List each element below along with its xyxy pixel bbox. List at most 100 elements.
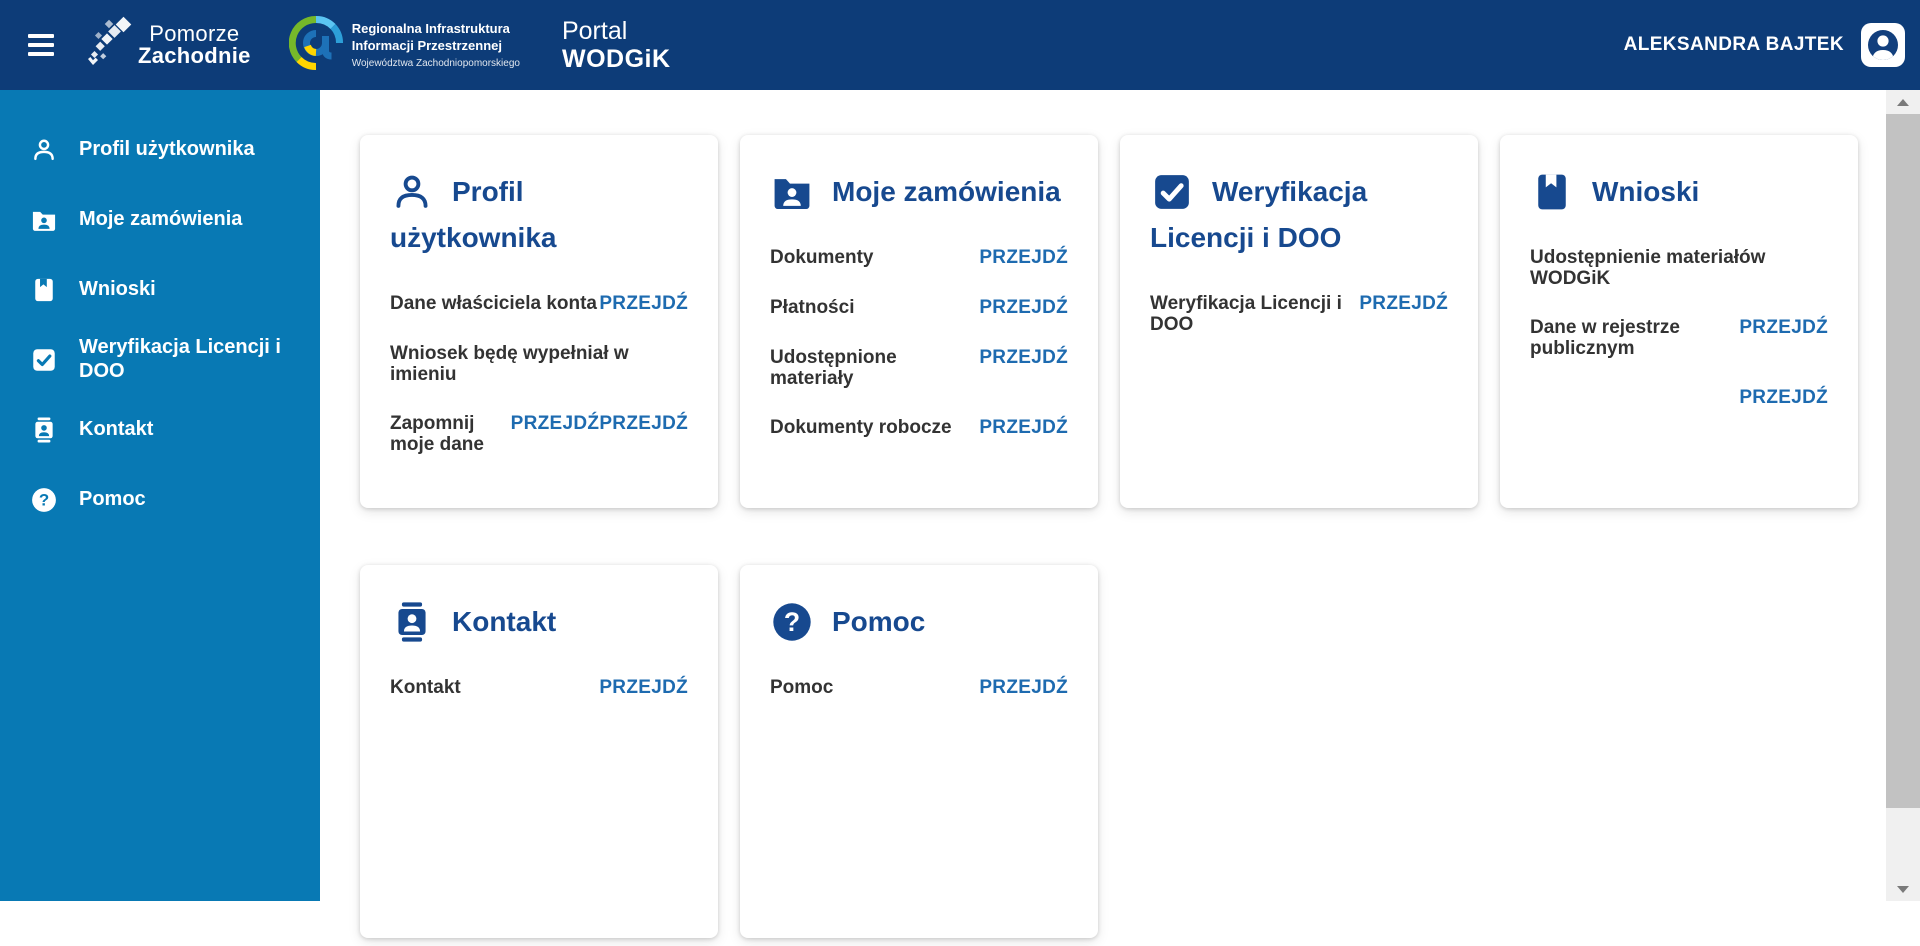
- scroll-up-button[interactable]: [1886, 90, 1920, 114]
- card-title: Wnioski: [1592, 176, 1700, 207]
- logged-user-name[interactable]: ALEKSANDRA BAJTEK: [1624, 34, 1844, 56]
- przejdz-link[interactable]: PRZEJDŹ: [979, 247, 1068, 268]
- card-title-row: Weryfikacja Licencji i DOO: [1150, 169, 1448, 261]
- card-row-label: Pomoc: [770, 677, 834, 699]
- sidebar-item-label: Wnioski: [79, 278, 156, 301]
- sidebar-nav: Profil użytkownika Moje zamówienia Wnioski…: [0, 90, 320, 901]
- przejdz-link[interactable]: PRZEJDŹ: [511, 413, 600, 434]
- card-title-row: Profil użytkownika: [390, 169, 688, 261]
- przejdz-link[interactable]: PRZEJDŹ: [599, 293, 688, 314]
- card-row-label: Dane właściciela konta: [390, 293, 597, 315]
- card-rows: Pomoc PRZEJDŹ: [770, 677, 1068, 699]
- card-row: Weryfikacja Licencji i DOO PRZEJDŹ: [1150, 293, 1448, 335]
- riip-logo-line2: Informacji Przestrzennej: [351, 37, 502, 53]
- scroll-down-arrow-icon: [1897, 885, 1909, 893]
- card-rows: Kontakt PRZEJDŹ: [390, 677, 688, 699]
- card-wnioski: Wnioski Udostępnienie materiałów WODGiK Da…: [1500, 135, 1858, 508]
- card-row: Wniosek będę wypełniał w imieniu: [390, 343, 688, 385]
- sidebar-item-label: Pomoc: [79, 488, 146, 511]
- card-row: Kontakt PRZEJDŹ: [390, 677, 688, 699]
- card-row: Pomoc PRZEJDŹ: [770, 677, 1068, 699]
- sidebar-item-label: Weryfikacja Licencji i DOO: [79, 336, 281, 382]
- card-row-links: PRZEJDŹ: [599, 293, 688, 315]
- scroll-down-button[interactable]: [1886, 877, 1920, 901]
- folder-user-icon: [30, 206, 58, 234]
- card-title-row: ? Pomoc: [770, 599, 1068, 645]
- contact-card-icon: [390, 600, 434, 644]
- user-avatar-button[interactable]: [1860, 22, 1906, 68]
- przejdz-link[interactable]: PRZEJDŹ: [979, 347, 1068, 368]
- checkbox-checked-icon: [30, 346, 58, 374]
- przejdz-link[interactable]: PRZEJDŹ: [979, 677, 1068, 698]
- card-row-label: Zapomnij moje dane: [390, 413, 484, 456]
- card-row: Dokumenty PRZEJDŹ: [770, 247, 1068, 269]
- card-row: Zapomnij moje dane PRZEJDŹPRZEJDŹ: [390, 413, 688, 455]
- pomorze-zachodnie-logo[interactable]: Pomorze Zachodnie: [84, 13, 251, 78]
- riip-logo-line1: Regionalna Infrastruktura: [351, 21, 510, 37]
- portal-title-line2: WODGiK: [561, 45, 671, 73]
- card-title-row: Kontakt: [390, 599, 688, 645]
- przejdz-link[interactable]: PRZEJDŹ: [599, 413, 688, 434]
- card-row: Dane właściciela konta PRZEJDŹ: [390, 293, 688, 315]
- svg-text:?: ?: [39, 491, 49, 510]
- card-weryfikacja-licencji-i-doo: Weryfikacja Licencji i DOO Weryfikacja Li…: [1120, 135, 1478, 508]
- card-row: Dane w rejestrze publicznym PRZEJDŹ: [1530, 317, 1828, 359]
- card-row: Płatności PRZEJDŹ: [770, 297, 1068, 319]
- card-title-row: Moje zamówienia: [770, 169, 1068, 215]
- pomorze-zachodnie-logo-icon: [84, 13, 132, 78]
- book-icon: [30, 276, 58, 304]
- checkbox-checked-icon: [1150, 170, 1194, 214]
- card-profil-uzytkownika: Profil użytkownika Dane właściciela konta…: [360, 135, 718, 508]
- sidebar-item-moje-zamowienia[interactable]: Moje zamówienia: [0, 185, 320, 255]
- card-row-links: PRZEJDŹ: [1739, 317, 1828, 339]
- portal-title-line1: Portal: [561, 17, 628, 45]
- folder-user-icon: [770, 170, 814, 214]
- card-pomoc: ? Pomoc Pomoc PRZEJDŹ: [740, 565, 1098, 938]
- card-row-links: PRZEJDŹ: [599, 677, 688, 699]
- przejdz-link[interactable]: PRZEJDŹ: [1359, 293, 1448, 314]
- card-row-links: PRZEJDŹPRZEJDŹ: [511, 413, 688, 435]
- card-title-row: Wnioski: [1530, 169, 1828, 215]
- przejdz-link[interactable]: PRZEJDŹ: [979, 417, 1068, 438]
- riip-logo-line3: Województwa Zachodniopomorskiego: [351, 57, 520, 69]
- card-row-label: Kontakt: [390, 677, 461, 699]
- scrollbar-thumb[interactable]: [1886, 114, 1920, 808]
- pz-logo-line2: Zachodnie: [138, 43, 251, 68]
- menu-toggle-button[interactable]: [28, 34, 54, 56]
- card-kontakt: Kontakt Kontakt PRZEJDŹ: [360, 565, 718, 938]
- card-rows: Dane właściciela konta PRZEJDŹ Wniosek będ…: [390, 293, 688, 455]
- card-row-label: Płatności: [770, 297, 855, 319]
- card-row-label: Udostępnienie materiałów WODGiK: [1530, 247, 1766, 290]
- sidebar-item-pomoc[interactable]: ? Pomoc: [0, 465, 320, 535]
- card-row-links: PRZEJDŹ: [979, 677, 1068, 699]
- card-moje-zamowienia: Moje zamówienia Dokumenty PRZEJDŹ Płatności…: [740, 135, 1098, 508]
- sidebar-item-profil-uzytkownika[interactable]: Profil użytkownika: [0, 115, 320, 185]
- riip-logo[interactable]: Regionalna Infrastruktura Informacji Prz…: [288, 15, 520, 75]
- card-row-label: Weryfikacja Licencji i DOO: [1150, 293, 1342, 336]
- sidebar-item-wnioski[interactable]: Wnioski: [0, 255, 320, 325]
- card-row: Dokumenty robocze PRZEJDŹ: [770, 417, 1068, 439]
- sidebar-item-kontakt[interactable]: Kontakt: [0, 395, 320, 465]
- card-row-links: PRZEJDŹ: [1739, 387, 1828, 409]
- pz-logo-line1: Pomorze: [149, 20, 240, 46]
- app-header: Pomorze Zachodnie Regionalna Infrastrukt…: [0, 0, 1920, 90]
- card-title: Pomoc: [832, 606, 926, 637]
- card-row-links: PRZEJDŹ: [979, 417, 1068, 439]
- card-row: Udostępnione materiały PRZEJDŹ: [770, 347, 1068, 389]
- vertical-scrollbar[interactable]: [1886, 90, 1920, 901]
- przejdz-link[interactable]: PRZEJDŹ: [979, 297, 1068, 318]
- main-content: Profil użytkownika Dane właściciela konta…: [320, 90, 1920, 946]
- card-row-label: Dokumenty robocze: [770, 417, 952, 439]
- sidebar-item-weryfikacja-licencji-i-doo[interactable]: Weryfikacja Licencji i DOO: [0, 325, 320, 395]
- riip-logo-icon: [288, 15, 343, 75]
- help-icon: ?: [30, 486, 58, 514]
- portal-wodgik-page: { "header": { "pz_logo": {"line1": "Pomo…: [0, 0, 1920, 946]
- przejdz-link[interactable]: PRZEJDŹ: [1739, 317, 1828, 338]
- card-row-label: Dane w rejestrze publicznym: [1530, 317, 1680, 360]
- przejdz-link[interactable]: PRZEJDŹ: [1739, 387, 1828, 408]
- card-row-links: PRZEJDŹ: [979, 297, 1068, 319]
- przejdz-link[interactable]: PRZEJDŹ: [599, 677, 688, 698]
- card-rows: Udostępnienie materiałów WODGiK Dane w re…: [1530, 247, 1828, 409]
- card-row-links: PRZEJDŹ: [1359, 293, 1448, 315]
- portal-wodgik-title[interactable]: Portal WODGiK: [562, 17, 671, 73]
